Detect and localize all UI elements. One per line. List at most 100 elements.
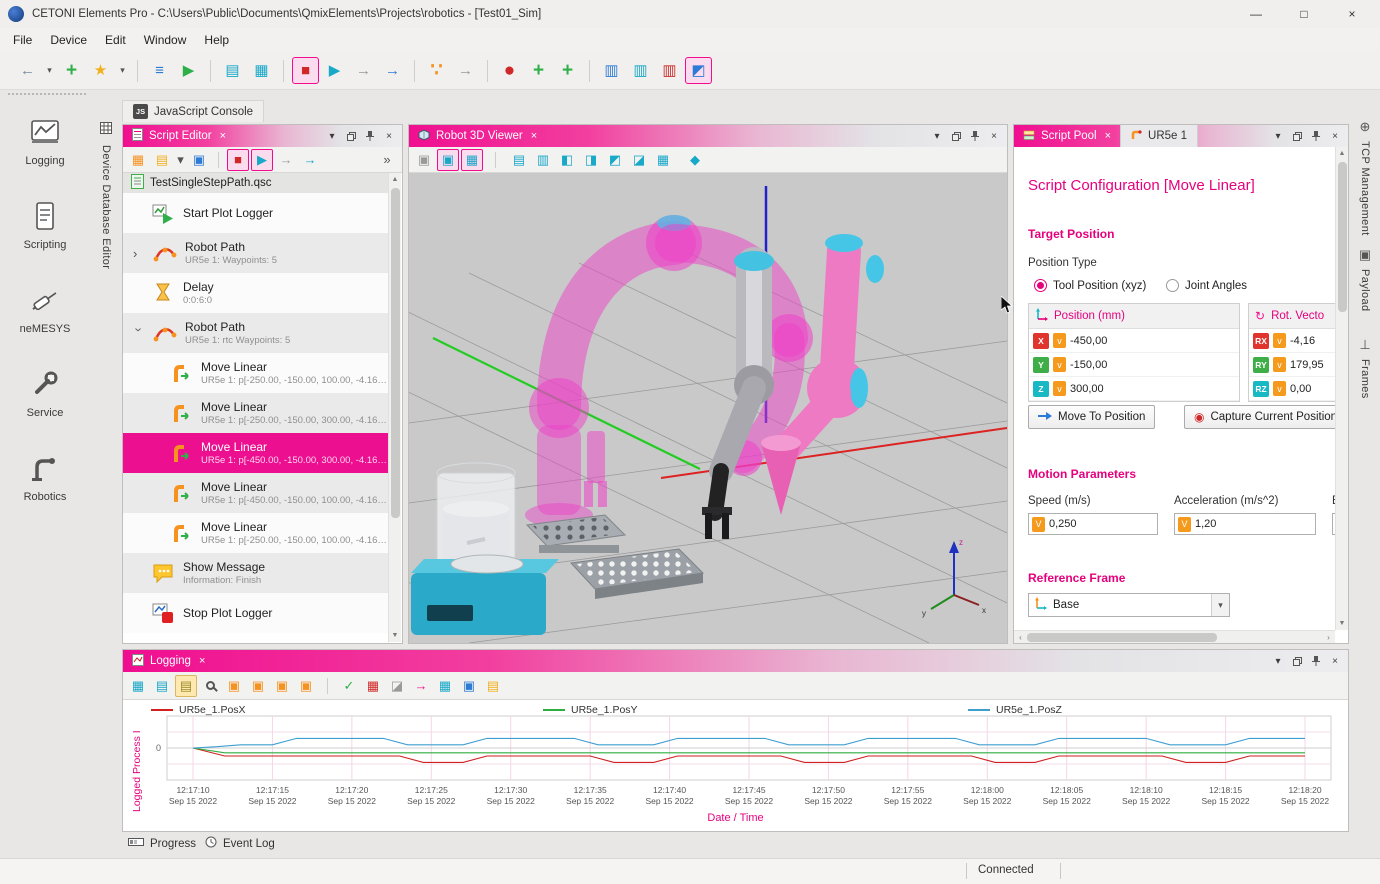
pin-panel-button[interactable] — [1310, 654, 1322, 668]
history-back-dropdown[interactable]: ▾ — [43, 57, 56, 84]
maximize-button[interactable]: □ — [1284, 1, 1324, 27]
acceleration-input[interactable]: v 1,20 — [1174, 513, 1316, 535]
ry-value[interactable]: 179,95 — [1290, 359, 1324, 371]
plot-config-button[interactable]: ▦ — [127, 675, 149, 697]
step-row-move-linear-1[interactable]: Move LinearUR5e 1: p[-250.00, -150.00, 1… — [123, 353, 388, 393]
show-axes-toggle[interactable]: ▣ — [413, 149, 435, 171]
log-chart[interactable]: 012:17:10Sep 15 202212:17:15Sep 15 20221… — [145, 714, 1337, 810]
record-steps-toggle[interactable]: ■ — [227, 149, 249, 171]
close-panel-button[interactable]: × — [1329, 129, 1341, 143]
zoom-button[interactable] — [199, 675, 221, 697]
tab-script-pool[interactable]: Script Pool × — [1014, 125, 1120, 147]
pin-panel-button[interactable] — [1310, 129, 1322, 143]
column-sync-button[interactable]: ▥ — [627, 57, 654, 84]
tab-progress[interactable]: Progress — [128, 837, 196, 850]
tab-event-log[interactable]: Event Log — [205, 836, 275, 851]
step-row-move-linear-2[interactable]: Move LinearUR5e 1: p[-250.00, -150.00, 3… — [123, 393, 388, 433]
step-row-show-message[interactable]: Show MessageInformation: Finish — [123, 553, 388, 593]
tab-robot-3d-viewer[interactable]: Robot 3D Viewer × — [409, 125, 546, 147]
scroll-down-icon[interactable]: ▼ — [1339, 617, 1346, 630]
step-row-move-linear-5[interactable]: Move LinearUR5e 1: p[-250.00, -150.00, 1… — [123, 513, 388, 553]
autoscale-button[interactable]: ▣ — [295, 675, 317, 697]
add-function-button[interactable]: + — [525, 57, 552, 84]
tab-tcp-management[interactable]: ⊕ TCP Management — [1352, 120, 1378, 236]
menu-edit[interactable]: Edit — [96, 30, 135, 50]
sidebar-item-scripting[interactable]: Scripting — [0, 184, 90, 268]
radio-joint-angles[interactable]: Joint Angles — [1166, 279, 1247, 292]
view-right-button[interactable]: ◨ — [580, 149, 602, 171]
skip-step-button[interactable]: → — [350, 57, 377, 84]
javascript-console-tab[interactable]: JS JavaScript Console — [122, 100, 264, 122]
view-left-button[interactable]: ◧ — [556, 149, 578, 171]
view-isometric-button[interactable]: ▦ — [652, 149, 674, 171]
step-row-move-linear-3-selected[interactable]: Move LinearUR5e 1: p[-450.00, -150.00, 3… — [123, 433, 388, 473]
viewport-3d[interactable]: z x y — [409, 173, 1007, 643]
float-panel-button[interactable] — [1291, 129, 1303, 143]
step-into-button[interactable]: → — [299, 149, 321, 171]
device-configuration-button[interactable]: ≡ — [146, 57, 173, 84]
panel-menu-button[interactable]: ▾ — [326, 129, 338, 143]
export-data-button[interactable]: → — [410, 675, 432, 697]
rx-value[interactable]: -4,16 — [1290, 335, 1315, 347]
scrollbar-thumb[interactable] — [1027, 633, 1217, 642]
tab-script-editor[interactable]: Script Editor × — [123, 125, 235, 147]
start-devices-button[interactable]: ▶ — [175, 57, 202, 84]
single-step-mode-button[interactable]: ∵ — [423, 57, 450, 84]
step-row-move-linear-4[interactable]: Move LinearUR5e 1: p[-450.00, -150.00, 1… — [123, 473, 388, 513]
view-top-button[interactable]: ◩ — [604, 149, 626, 171]
radio-selected-icon[interactable] — [1034, 279, 1047, 292]
eraser-button[interactable]: ◪ — [386, 675, 408, 697]
perspective-toggle[interactable]: ▣ — [437, 149, 459, 171]
rotation-row-rx[interactable]: RX v -4,16 — [1249, 329, 1339, 353]
view-front-button[interactable]: ▤ — [508, 149, 530, 171]
pin-panel-button[interactable] — [969, 129, 981, 143]
close-tab-icon[interactable]: × — [220, 130, 226, 142]
expander-collapsed-icon[interactable]: › — [133, 246, 145, 261]
add-plot-button[interactable]: + — [554, 57, 581, 84]
scroll-left-icon[interactable]: ‹ — [1014, 633, 1027, 642]
float-panel-button[interactable] — [345, 129, 357, 143]
scene-objects-button[interactable]: ◆ — [684, 149, 706, 171]
menu-window[interactable]: Window — [135, 30, 196, 50]
chevron-down-icon[interactable]: ▾ — [1211, 594, 1229, 616]
position-row-x[interactable]: X v -450,00 — [1029, 329, 1239, 353]
rotation-row-ry[interactable]: RY v 179,95 — [1249, 353, 1339, 377]
step-forward-button[interactable]: → — [379, 57, 406, 84]
position-row-y[interactable]: Y v -150,00 — [1029, 353, 1239, 377]
close-panel-button[interactable]: × — [383, 129, 395, 143]
pool-horizontal-scrollbar[interactable]: ‹ › — [1014, 630, 1335, 643]
pin-panel-button[interactable] — [364, 129, 376, 143]
rotation-row-rz[interactable]: RZ v 0,00 — [1249, 377, 1339, 401]
close-tab-icon[interactable]: × — [531, 130, 537, 142]
menu-help[interactable]: Help — [195, 30, 238, 50]
sidebar-item-nemesys[interactable]: neMESYS — [0, 268, 90, 352]
x-position-value[interactable]: -450,00 — [1070, 335, 1107, 347]
fit-all-button[interactable]: ▣ — [271, 675, 293, 697]
device-database-editor-tab[interactable]: Device Database Editor — [94, 122, 118, 269]
panel-menu-button[interactable]: ▾ — [931, 129, 943, 143]
panel-menu-button[interactable]: ▾ — [1272, 654, 1284, 668]
step-over-button[interactable]: → — [452, 57, 479, 84]
plot-table-button[interactable]: ▤ — [151, 675, 173, 697]
menu-device[interactable]: Device — [41, 30, 96, 50]
column-remove-button[interactable]: ▥ — [656, 57, 683, 84]
sidebar-item-service[interactable]: Service — [0, 352, 90, 436]
fit-horizontal-button[interactable]: ▣ — [223, 675, 245, 697]
history-back-button[interactable]: ← — [14, 57, 41, 84]
scrollbar-thumb[interactable] — [1338, 162, 1347, 312]
menu-file[interactable]: File — [4, 30, 41, 50]
scroll-right-icon[interactable]: › — [1322, 633, 1335, 642]
move-to-position-button[interactable]: Move To Position — [1028, 405, 1155, 429]
step-row-robot-path-2[interactable]: › Robot PathUR5e 1: rtc Waypoints: 5 — [123, 313, 388, 353]
speed-input[interactable]: v 0,250 — [1028, 513, 1158, 535]
add-device-button[interactable]: + — [58, 57, 85, 84]
float-panel-button[interactable] — [1291, 654, 1303, 668]
new-script-button[interactable]: ▦ — [127, 149, 149, 171]
scrollbar-thumb[interactable] — [391, 188, 400, 518]
view-bottom-button[interactable]: ◪ — [628, 149, 650, 171]
tab-ur5e-1[interactable]: UR5e 1 — [1120, 125, 1198, 147]
run-selected-step-button[interactable]: ▶ — [251, 149, 273, 171]
script-tree-scrollbar[interactable]: ▲ ▼ — [388, 173, 401, 642]
save-log-button[interactable]: ▣ — [458, 675, 480, 697]
step-row-start-plot-logger[interactable]: Start Plot Logger — [123, 193, 388, 233]
